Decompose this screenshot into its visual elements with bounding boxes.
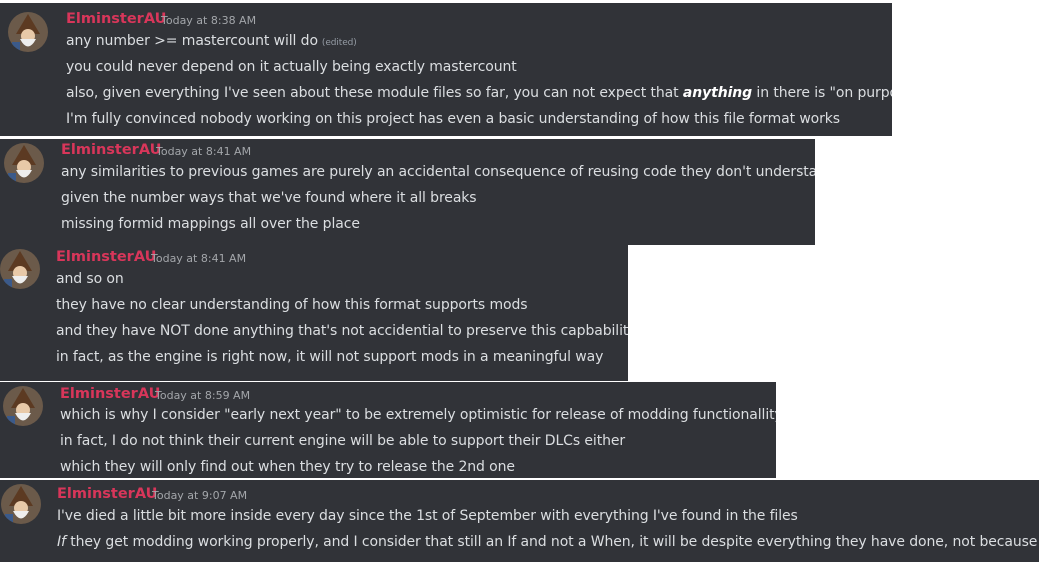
avatar[interactable] <box>8 12 48 52</box>
timestamp: Today at 8:59 AM <box>155 389 251 402</box>
username[interactable]: ElminsterAU <box>56 249 156 265</box>
avatar[interactable] <box>3 386 43 426</box>
timestamp: Today at 9:07 AM <box>152 489 248 502</box>
emphasized-word: anything <box>682 85 753 101</box>
timestamp: Today at 8:41 AM <box>151 252 247 265</box>
message-line: also, given everything I've seen about t… <box>66 85 683 101</box>
username[interactable]: ElminsterAU <box>57 486 157 502</box>
message-text: and so on <box>56 271 124 287</box>
edited-label: (edited) <box>321 38 357 48</box>
message-text: any similarities to previous games are p… <box>61 164 815 180</box>
avatar[interactable] <box>4 143 44 183</box>
message-line: in there is "on purpose" <box>756 85 892 101</box>
message-text: which is why I consider "early next year… <box>60 407 776 423</box>
username[interactable]: ElminsterAU <box>61 142 161 158</box>
message-group: ElminsterAU Today at 8:41 AM and so on t… <box>0 245 628 381</box>
message-group: ElminsterAU Today at 9:07 AM I've died a… <box>0 480 1039 562</box>
message-text: missing formid mappings all over the pla… <box>61 216 360 232</box>
message-text: If they get modding working properly, an… <box>57 534 1039 550</box>
message-group: ElminsterAU Today at 8:41 AM any similar… <box>0 139 815 245</box>
message-line: they get modding working properly, and I… <box>65 534 1039 550</box>
message-text: you could never depend on it actually be… <box>66 59 517 75</box>
timestamp: Today at 8:38 AM <box>161 14 257 27</box>
message-line: any similarities to previous games are p… <box>61 164 815 180</box>
username[interactable]: ElminsterAU <box>66 11 166 27</box>
message-text: I'm fully convinced nobody working on th… <box>66 111 840 127</box>
message-text: they have no clear understanding of how … <box>56 297 528 313</box>
username[interactable]: ElminsterAU <box>60 386 160 402</box>
message-line: any number >= mastercount will do <box>66 33 318 49</box>
message-text: also, given everything I've seen about t… <box>66 85 892 101</box>
message-group: ElminsterAU Today at 8:59 AM which is wh… <box>0 382 776 478</box>
message-text: I've died a little bit more inside every… <box>57 508 798 524</box>
message-text: in fact, as the engine is right now, it … <box>56 349 604 365</box>
italic-word: If <box>57 534 66 550</box>
timestamp: Today at 8:41 AM <box>156 145 252 158</box>
message-text: any number >= mastercount will do (edited… <box>66 33 357 49</box>
message-text: which they will only find out when they … <box>60 459 515 475</box>
message-text: given the number ways that we've found w… <box>61 190 477 206</box>
message-group: ElminsterAU Today at 8:38 AM any number … <box>0 3 892 136</box>
message-text: in fact, I do not think their current en… <box>60 433 626 449</box>
avatar[interactable] <box>1 484 41 524</box>
message-text: and they have NOT done anything that's n… <box>56 323 628 339</box>
avatar[interactable] <box>0 249 40 289</box>
